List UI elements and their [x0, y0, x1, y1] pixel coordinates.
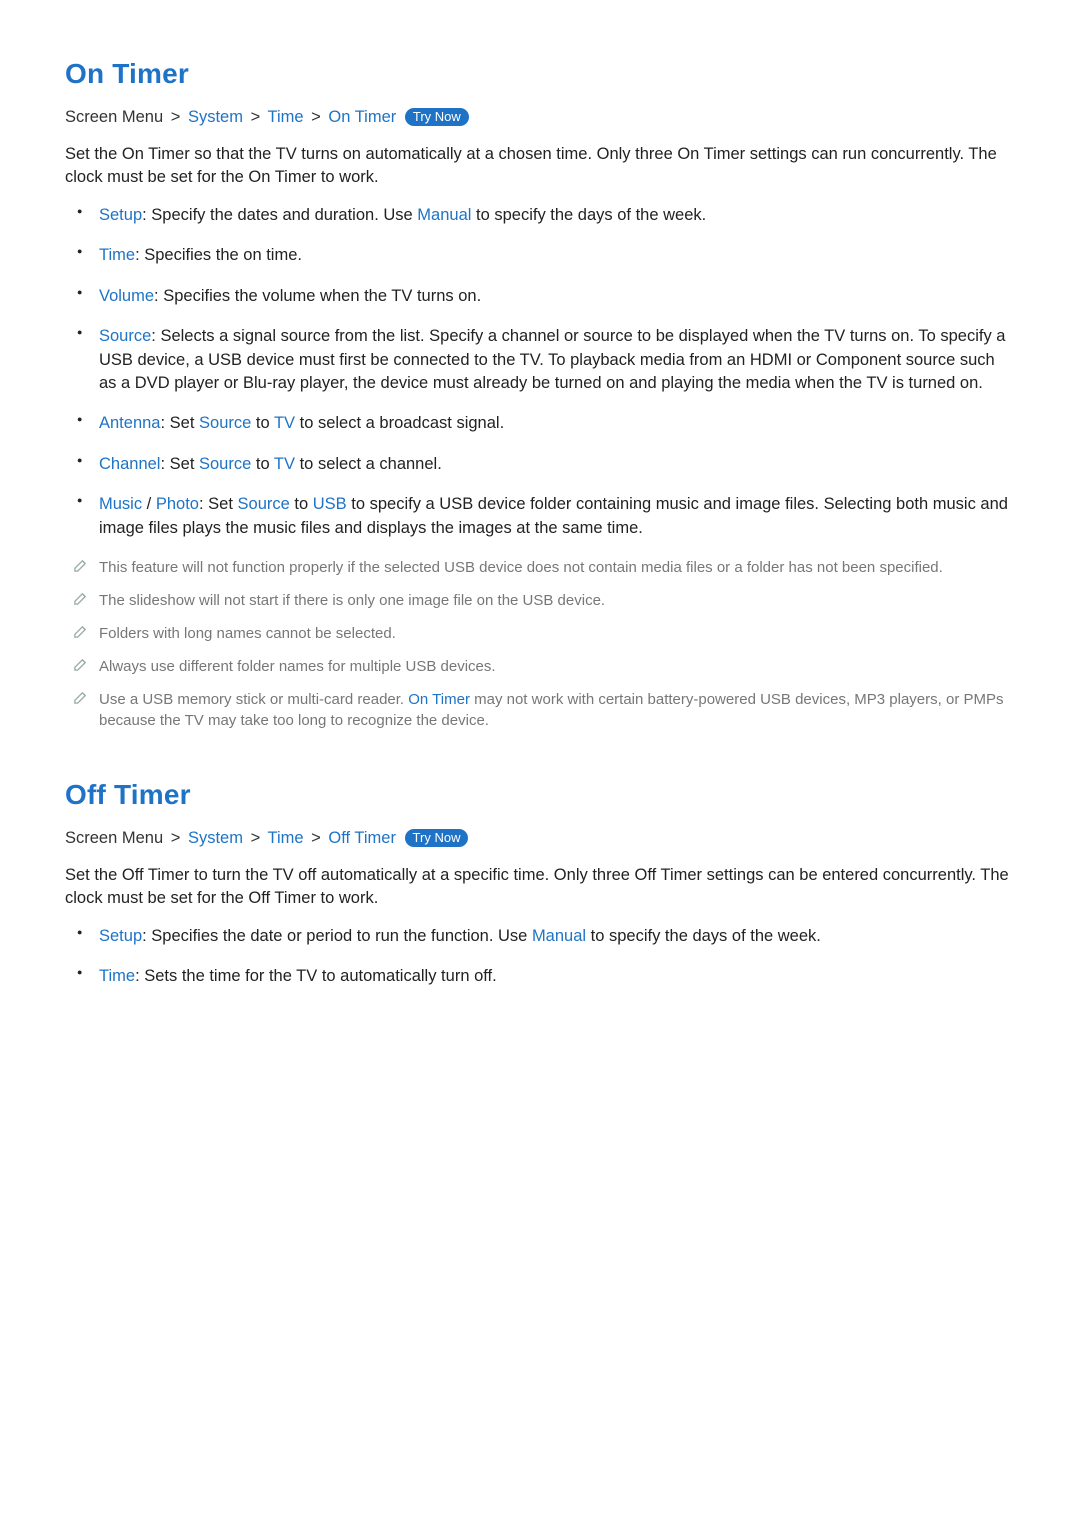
breadcrumb-sep: > [251, 829, 261, 847]
list-text: / [142, 495, 156, 513]
pencil-icon [73, 624, 88, 645]
note-text: Always use different folder names for mu… [99, 658, 496, 675]
list-item: Channel: Set Source to TV to select a ch… [99, 453, 1015, 476]
list-text: : Set [160, 414, 199, 432]
list-item: Music / Photo: Set Source to USB to spec… [99, 493, 1015, 540]
list-text: to specify the days of the week. [471, 206, 706, 224]
note-item: The slideshow will not start if there is… [99, 590, 1015, 611]
keyword-setup: Setup [99, 206, 142, 224]
list-text: : Sets the time for the TV to automatica… [135, 967, 497, 985]
list-item: Setup: Specify the dates and duration. U… [99, 204, 1015, 227]
keyword-on-timer: On Timer [408, 691, 470, 708]
keyword-time: Time [99, 967, 135, 985]
heading-off-timer: Off Timer [65, 779, 1015, 811]
note-item: Folders with long names cannot be select… [99, 623, 1015, 644]
breadcrumb-on-timer: Screen Menu > System > Time > On Timer T… [65, 108, 1015, 127]
pencil-icon [73, 657, 88, 678]
list-item: Time: Sets the time for the TV to automa… [99, 965, 1015, 988]
notes-list-on-timer: This feature will not function properly … [65, 557, 1015, 731]
keyword-setup: Setup [99, 927, 142, 945]
breadcrumb-system[interactable]: System [188, 108, 243, 126]
note-text: This feature will not function properly … [99, 559, 943, 576]
try-now-button[interactable]: Try Now [405, 108, 469, 126]
breadcrumb-sep: > [311, 829, 321, 847]
pencil-icon [73, 591, 88, 612]
note-text: The slideshow will not start if there is… [99, 592, 605, 609]
list-item: Time: Specifies the on time. [99, 244, 1015, 267]
keyword-manual: Manual [417, 206, 471, 224]
list-text: to specify the days of the week. [586, 927, 821, 945]
keyword-photo: Photo [156, 495, 199, 513]
list-item: Volume: Specifies the volume when the TV… [99, 285, 1015, 308]
list-item: Setup: Specifies the date or period to r… [99, 925, 1015, 948]
keyword-tv: TV [274, 455, 295, 473]
breadcrumb-prefix: Screen Menu [65, 829, 163, 847]
keyword-channel: Channel [99, 455, 160, 473]
list-item: Antenna: Set Source to TV to select a br… [99, 412, 1015, 435]
breadcrumb-sep: > [171, 829, 181, 847]
breadcrumb-time[interactable]: Time [268, 108, 304, 126]
keyword-volume: Volume [99, 287, 154, 305]
keyword-antenna: Antenna [99, 414, 160, 432]
bullet-list-on-timer: Setup: Specify the dates and duration. U… [65, 204, 1015, 540]
breadcrumb-off-timer: Screen Menu > System > Time > Off Timer … [65, 829, 1015, 848]
list-text: : Specifies the volume when the TV turns… [154, 287, 481, 305]
breadcrumb-off-timer[interactable]: Off Timer [328, 829, 396, 847]
keyword-source: Source [199, 455, 251, 473]
keyword-source: Source [99, 327, 151, 345]
pencil-icon [73, 690, 88, 711]
keyword-source: Source [199, 414, 251, 432]
keyword-manual: Manual [532, 927, 586, 945]
bullet-list-off-timer: Setup: Specifies the date or period to r… [65, 925, 1015, 989]
breadcrumb-time[interactable]: Time [268, 829, 304, 847]
keyword-tv: TV [274, 414, 295, 432]
list-text: to [251, 455, 274, 473]
note-text: Use a USB memory stick or multi-card rea… [99, 691, 408, 708]
breadcrumb-sep: > [251, 108, 261, 126]
list-text: to select a broadcast signal. [295, 414, 504, 432]
intro-off-timer: Set the Off Timer to turn the TV off aut… [65, 864, 1015, 911]
try-now-button[interactable]: Try Now [405, 829, 469, 847]
breadcrumb-prefix: Screen Menu [65, 108, 163, 126]
keyword-time: Time [99, 246, 135, 264]
page: On Timer Screen Menu > System > Time > O… [0, 0, 1080, 1046]
keyword-usb: USB [313, 495, 347, 513]
note-text: Folders with long names cannot be select… [99, 625, 396, 642]
pencil-icon [73, 558, 88, 579]
list-text: to [290, 495, 313, 513]
list-item: Source: Selects a signal source from the… [99, 325, 1015, 395]
list-text: : Specifies the date or period to run th… [142, 927, 532, 945]
list-text: : Set [199, 495, 238, 513]
breadcrumb-on-timer[interactable]: On Timer [328, 108, 396, 126]
list-text: : Specifies the on time. [135, 246, 302, 264]
breadcrumb-sep: > [171, 108, 181, 126]
list-text: : Selects a signal source from the list.… [99, 327, 1005, 392]
keyword-source: Source [238, 495, 290, 513]
list-text: to select a channel. [295, 455, 442, 473]
heading-on-timer: On Timer [65, 58, 1015, 90]
keyword-music: Music [99, 495, 142, 513]
list-text: : Specify the dates and duration. Use [142, 206, 417, 224]
list-text: to [251, 414, 274, 432]
note-item: This feature will not function properly … [99, 557, 1015, 578]
list-text: : Set [160, 455, 199, 473]
breadcrumb-sep: > [311, 108, 321, 126]
note-item: Always use different folder names for mu… [99, 656, 1015, 677]
breadcrumb-system[interactable]: System [188, 829, 243, 847]
intro-on-timer: Set the On Timer so that the TV turns on… [65, 143, 1015, 190]
note-item: Use a USB memory stick or multi-card rea… [99, 689, 1015, 731]
